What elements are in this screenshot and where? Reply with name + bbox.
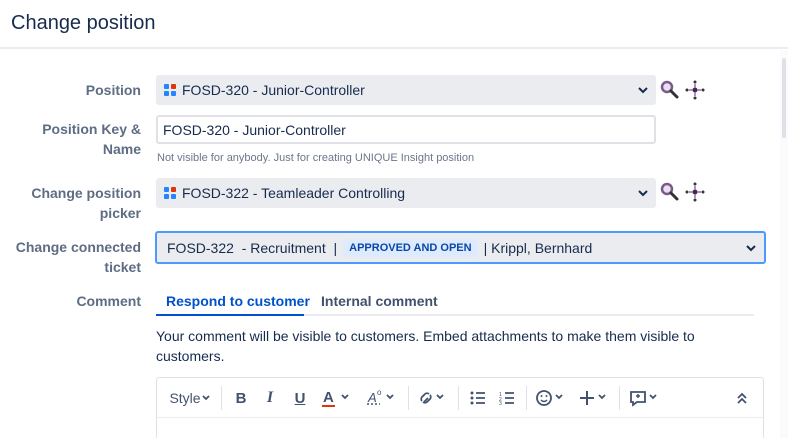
position-key-label-line2: Name (102, 141, 141, 157)
chevron-down-icon (638, 87, 648, 94)
change-position-picker-label-line1: Change position (31, 185, 141, 201)
position-select[interactable]: FOSD-320 - Junior-Controller (156, 75, 656, 105)
change-connected-ticket-label: Change connected ticket (16, 237, 141, 277)
collapse-icon[interactable] (731, 386, 753, 410)
magnifier-icon[interactable] (659, 79, 681, 101)
comment-editor[interactable]: Style B I U A Ao 123 (156, 377, 764, 438)
status-badge: APPROVED AND OPEN (343, 238, 478, 257)
numbered-list-icon[interactable]: 123 (496, 386, 518, 410)
clear-format-icon[interactable]: Ao (364, 386, 400, 410)
svg-text:3: 3 (499, 401, 502, 405)
change-connected-ticket-label-line2: ticket (104, 259, 141, 275)
plus-icon[interactable] (577, 386, 611, 410)
position-key-label: Position Key & Name (42, 119, 141, 159)
position-key-label-line1: Position Key & (42, 121, 141, 137)
bold-icon[interactable]: B (231, 386, 251, 410)
magnifier-icon[interactable] (659, 181, 681, 203)
position-label-text: Position (85, 82, 141, 98)
change-connected-ticket-label-line1: Change connected (15, 239, 141, 255)
active-tab-indicator (156, 314, 304, 316)
change-position-picker-label: Change position picker (31, 183, 141, 223)
position-key-field[interactable] (158, 117, 654, 142)
chevron-down-icon (201, 395, 210, 401)
toolbar-divider (619, 386, 620, 410)
position-key-help: Not visible for anybody. Just for creati… (157, 152, 475, 164)
tab-respond-to-customer[interactable]: Respond to customer (166, 293, 310, 309)
comment-visibility-note: Your comment will be visible to customer… (156, 328, 695, 364)
editor-toolbar: Style B I U A Ao 123 (157, 378, 763, 418)
chevron-down-icon (638, 190, 648, 197)
move-icon[interactable] (684, 181, 706, 203)
grid-icon (164, 84, 176, 96)
page-title: Change position (11, 12, 156, 34)
ticket-key: FOSD-322 (167, 239, 234, 256)
emoji-icon[interactable] (534, 386, 568, 410)
dialog-header: Change position (0, 0, 788, 49)
italic-icon[interactable]: I (260, 386, 280, 410)
scrollbar-thumb[interactable] (782, 58, 786, 138)
change-position-picker-select[interactable]: FOSD-322 - Teamleader Controlling (156, 178, 656, 208)
link-icon[interactable] (416, 386, 450, 410)
comment-label-text: Comment (76, 293, 141, 309)
position-label: Position (86, 80, 141, 100)
scrollbar[interactable] (780, 50, 788, 438)
svg-text:A: A (323, 389, 334, 406)
feedback-icon[interactable] (628, 386, 662, 410)
toolbar-divider (221, 386, 222, 410)
style-dropdown[interactable]: Style (167, 386, 213, 410)
underline-icon[interactable]: U (290, 386, 310, 410)
comment-label: Comment (76, 291, 141, 311)
change-position-picker-value: FOSD-322 - Teamleader Controlling (182, 185, 406, 201)
ticket-summary: - Recruitment | (233, 239, 338, 256)
ticket-assignee: | Krippl, Bernhard (483, 239, 593, 256)
position-key-field-wrap (156, 115, 656, 144)
tab-internal-comment[interactable]: Internal comment (321, 293, 438, 309)
toolbar-divider (458, 386, 459, 410)
style-dropdown-label: Style (169, 390, 201, 406)
position-value: FOSD-320 - Junior-Controller (182, 82, 365, 98)
comment-tabs: Respond to customer Internal comment (156, 291, 754, 316)
change-connected-ticket-select[interactable]: FOSD-322 - Recruitment | APPROVED AND OP… (155, 231, 766, 264)
text-color-icon[interactable]: A (320, 386, 356, 410)
toolbar-divider (408, 386, 409, 410)
toolbar-divider (526, 386, 527, 410)
grid-icon (164, 187, 176, 199)
svg-text:o: o (377, 388, 382, 397)
svg-text:A: A (367, 390, 377, 405)
change-position-picker-label-line2: picker (99, 205, 141, 221)
chevron-down-icon (746, 245, 756, 252)
bullet-list-icon[interactable] (467, 386, 489, 410)
move-icon[interactable] (684, 79, 706, 101)
